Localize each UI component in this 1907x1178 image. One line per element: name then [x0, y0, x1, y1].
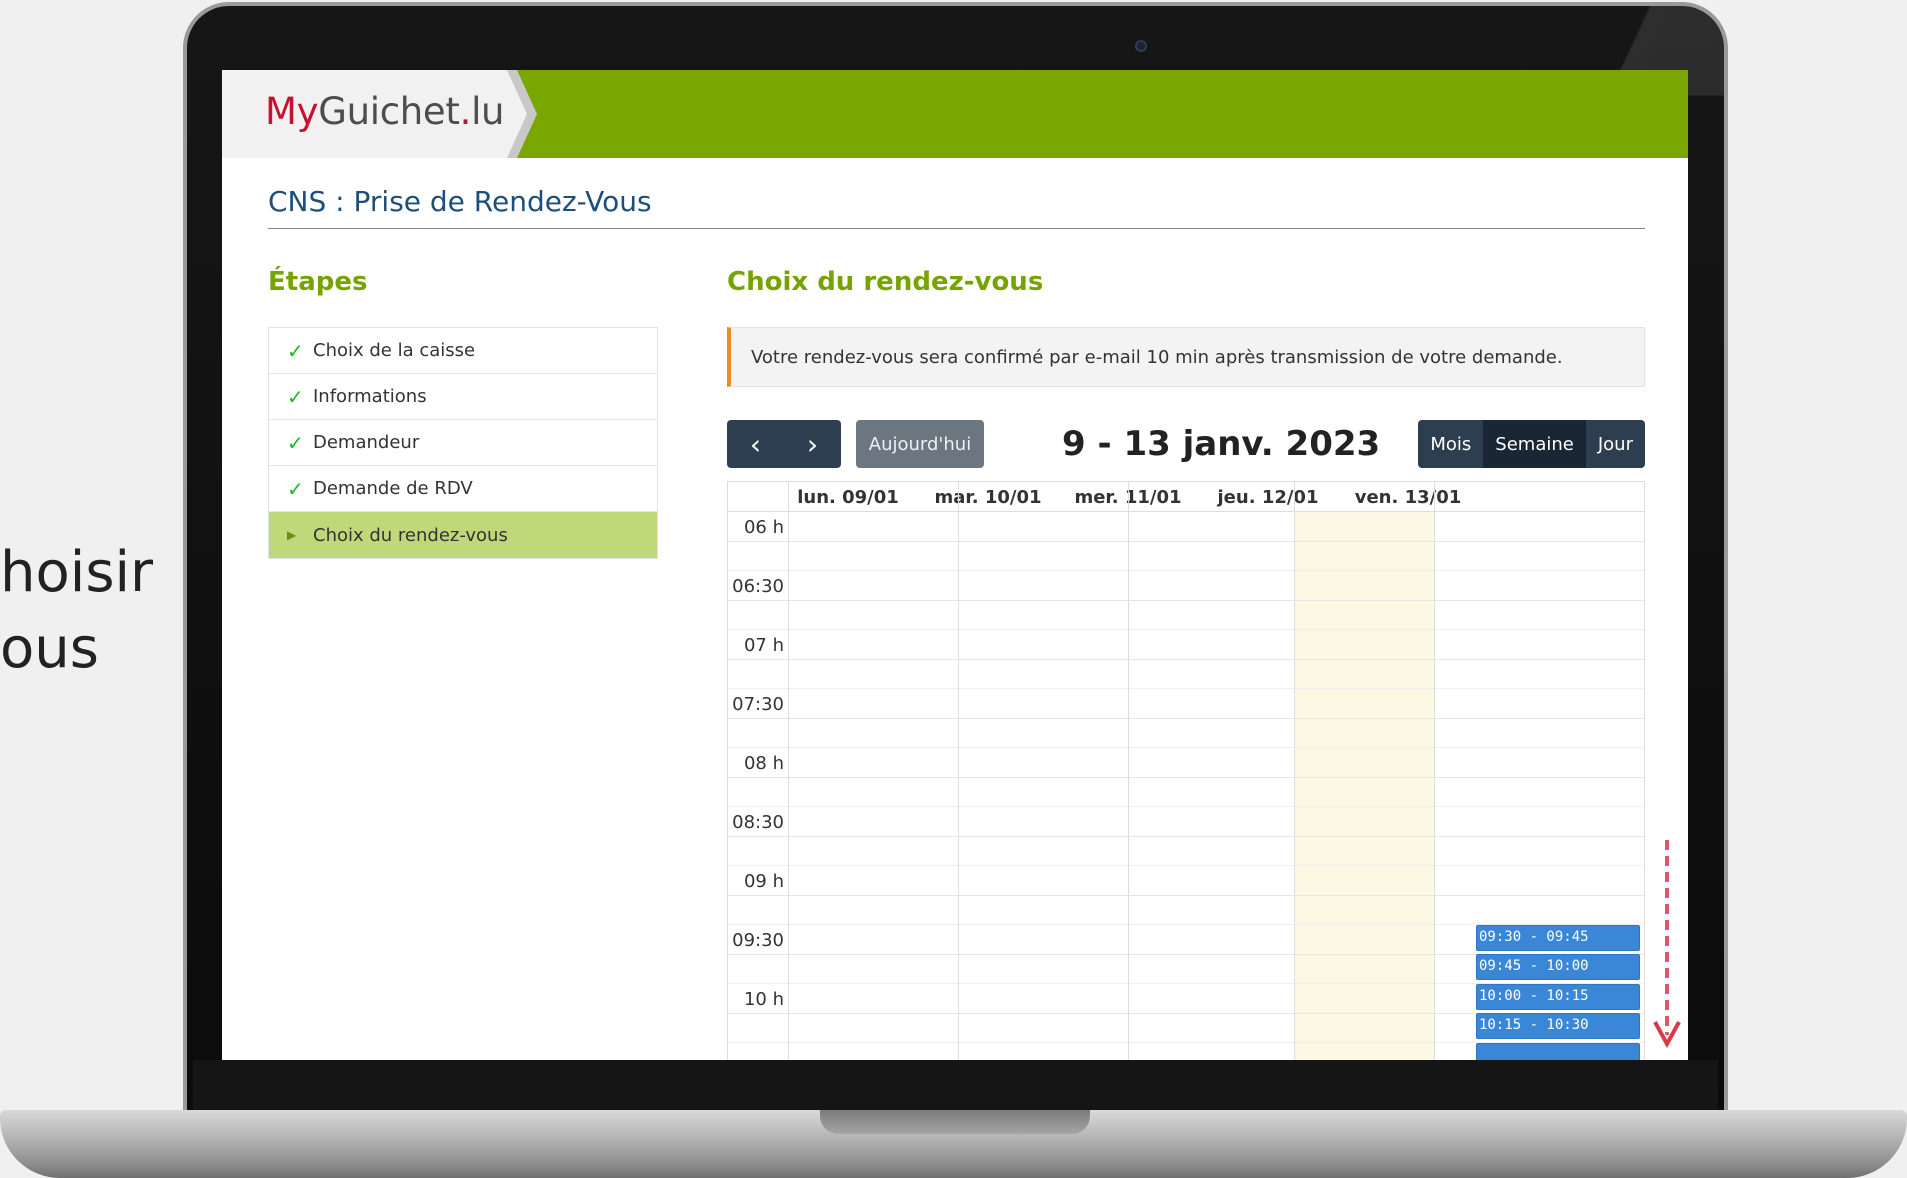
laptop-notch — [820, 1110, 1090, 1134]
camera-icon — [1135, 40, 1147, 52]
time-label: 07 h — [743, 635, 784, 656]
nav-button-group: ‹ › — [727, 420, 841, 468]
appointment-slot[interactable]: 09:45 - 10:00 — [1476, 954, 1640, 980]
view-week-button[interactable]: Semaine — [1483, 420, 1586, 468]
main-heading: Choix du rendez-vous — [727, 267, 1044, 297]
time-label: 08 h — [743, 753, 784, 774]
step-label: Informations — [313, 386, 427, 407]
time-label: 10 h — [743, 989, 784, 1010]
confirmation-notice: Votre rendez-vous sera confirmé par e-ma… — [727, 327, 1645, 387]
day-header: lun. 09/01 — [797, 487, 899, 508]
myguichet-logo[interactable]: MyGuichet.lu — [265, 90, 505, 133]
caption-line-1: hoisir — [0, 540, 154, 605]
view-switcher: Mois Semaine Jour — [1418, 420, 1645, 468]
check-icon: ✓ — [287, 338, 304, 363]
appointment-slot[interactable]: 09:30 - 09:45 — [1476, 925, 1640, 951]
side-caption: hoisir ous — [0, 535, 153, 687]
time-label: 07:30 — [732, 694, 784, 715]
app-screen: MyGuichet.lu CNS : Prise de Rendez-Vous … — [222, 70, 1688, 1060]
time-label: 08:30 — [732, 812, 784, 833]
next-week-button[interactable]: › — [784, 420, 841, 468]
step-label: Choix du rendez-vous — [313, 524, 508, 546]
step-choix-rendez-vous[interactable]: ▶ Choix du rendez-vous — [269, 512, 657, 558]
steps-heading: Étapes — [268, 267, 368, 297]
steps-list: ✓ Choix de la caisse ✓ Informations ✓ Deman… — [268, 327, 658, 559]
step-label: Choix de la caisse — [313, 340, 476, 361]
time-label: 09 h — [743, 871, 784, 892]
step-demande-rdv[interactable]: ✓ Demande de RDV — [269, 466, 657, 512]
step-label: Demande de RDV — [313, 478, 473, 499]
appointment-slot[interactable]: 10:15 - 10:30 — [1476, 1013, 1640, 1039]
step-demandeur[interactable]: ✓ Demandeur — [269, 420, 657, 466]
step-label: Demandeur — [313, 432, 420, 453]
scroll-down-arrow-icon — [1653, 840, 1681, 1049]
time-label: 06 h — [743, 517, 784, 538]
date-range-title: 9 - 13 janv. 2023 — [1062, 424, 1381, 464]
time-label: 06:30 — [732, 576, 784, 597]
check-icon: ✓ — [287, 384, 304, 409]
appointment-slot[interactable]: 10:00 - 10:15 — [1476, 984, 1640, 1010]
laptop-bottom-bezel — [193, 1060, 1718, 1114]
day-header: jeu. 12/01 — [1217, 487, 1319, 508]
step-informations[interactable]: ✓ Informations — [269, 374, 657, 420]
laptop-base — [0, 1110, 1907, 1178]
view-month-button[interactable]: Mois — [1418, 420, 1484, 468]
day-header: mar. 10/01 — [934, 487, 1042, 508]
appointment-slot-partial[interactable] — [1476, 1043, 1640, 1060]
logo-tld: lu — [471, 90, 505, 133]
logo-my: My — [265, 90, 319, 133]
check-icon: ✓ — [287, 430, 304, 455]
prev-week-button[interactable]: ‹ — [727, 420, 784, 468]
time-label: 09:30 — [732, 930, 784, 951]
step-choix-caisse[interactable]: ✓ Choix de la caisse — [269, 328, 657, 374]
header-bar: MyGuichet.lu — [222, 70, 1688, 158]
caption-line-2: ous — [0, 616, 99, 681]
calendar-toolbar: ‹ › Aujourd'hui 9 - 13 janv. 2023 Mois S… — [727, 420, 1645, 468]
calendar-header: lun. 09/01 mar. 10/01 mer. 11/01 jeu. 12… — [728, 482, 1644, 512]
today-button[interactable]: Aujourd'hui — [856, 420, 984, 468]
check-icon: ✓ — [287, 476, 304, 501]
week-calendar: lun. 09/01 mar. 10/01 mer. 11/01 jeu. 12… — [727, 481, 1645, 1060]
logo-dot: . — [459, 90, 472, 133]
day-header: ven. 13/01 — [1354, 487, 1462, 508]
view-day-button[interactable]: Jour — [1585, 420, 1645, 468]
logo-name: Guichet — [318, 90, 460, 133]
today-column — [1294, 512, 1434, 1060]
page-title: CNS : Prise de Rendez-Vous — [268, 185, 1645, 229]
caret-right-icon: ▶ — [287, 528, 297, 542]
